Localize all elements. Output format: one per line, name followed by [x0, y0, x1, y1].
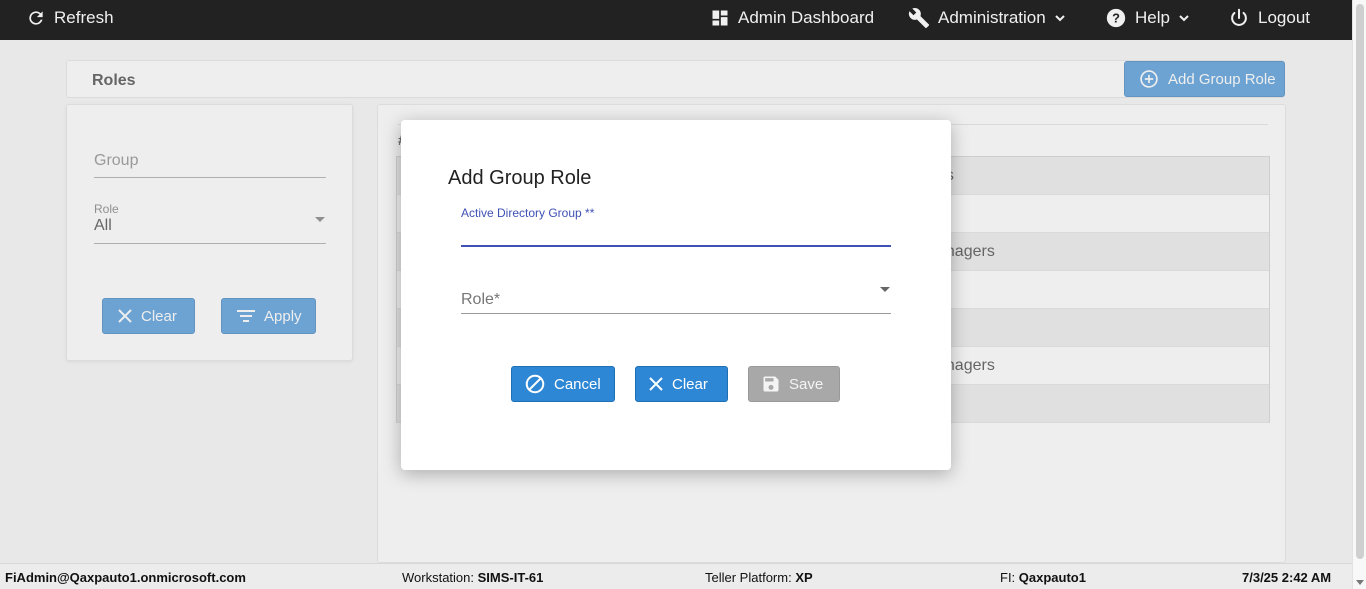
add-group-role-dialog: Add Group Role Active Directory Group **…	[401, 120, 951, 470]
refresh-button[interactable]: Refresh	[26, 0, 114, 36]
caret-down-icon[interactable]	[880, 287, 890, 292]
cancel-button[interactable]: Cancel	[511, 366, 615, 402]
refresh-label: Refresh	[54, 8, 114, 27]
cancel-label: Cancel	[554, 375, 601, 393]
save-label: Save	[789, 375, 824, 393]
role-underline	[461, 313, 891, 314]
status-fi: FI: Qaxpauto1	[1000, 570, 1086, 585]
status-workstation: Workstation: SIMS-IT-61	[402, 570, 544, 585]
dialog-title: Add Group Role	[448, 167, 592, 189]
refresh-icon	[29, 11, 43, 25]
logout-button[interactable]: Logout	[1228, 0, 1310, 36]
wrench-icon	[908, 8, 930, 29]
status-teller-platform: Teller Platform: XP	[705, 570, 813, 585]
administration-label: Administration	[938, 8, 1046, 27]
scroll-down-arrow-icon[interactable]	[1356, 580, 1364, 585]
ad-group-label: Active Directory Group **	[461, 206, 595, 220]
role-select[interactable]: Role*	[461, 291, 500, 309]
logout-label: Logout	[1258, 8, 1310, 27]
chevron-down-icon	[1179, 15, 1189, 22]
save-button[interactable]: Save	[748, 366, 840, 402]
power-icon	[1231, 8, 1247, 26]
chevron-down-icon	[1055, 15, 1065, 22]
help-menu[interactable]: ? Help	[1105, 0, 1190, 36]
close-icon	[649, 377, 663, 391]
ad-group-underline	[461, 245, 891, 247]
top-navigation-bar: Refresh Admin Dashboard Administration ?…	[0, 0, 1352, 40]
floppy-disk-icon	[763, 376, 779, 392]
help-icon: ?	[1106, 8, 1126, 28]
dialog-clear-button[interactable]: Clear	[635, 366, 728, 402]
status-bar: FiAdmin@Qaxpauto1.onmicrosoft.com Workst…	[0, 563, 1352, 589]
dashboard-icon	[712, 10, 728, 26]
status-user: FiAdmin@Qaxpauto1.onmicrosoft.com	[5, 570, 246, 585]
page-scrollbar[interactable]	[1352, 0, 1366, 589]
dialog-clear-label: Clear	[672, 375, 708, 393]
admin-dashboard-link[interactable]: Admin Dashboard	[710, 0, 874, 36]
admin-dashboard-label: Admin Dashboard	[738, 8, 875, 27]
block-icon	[525, 374, 545, 394]
help-label: Help	[1135, 8, 1170, 27]
status-datetime: 7/3/25 2:42 AM	[1242, 570, 1332, 585]
ad-group-input[interactable]	[461, 222, 891, 246]
svg-text:?: ?	[1112, 11, 1120, 26]
administration-menu[interactable]: Administration	[908, 0, 1066, 36]
scrollbar-thumb[interactable]	[1356, 4, 1364, 559]
